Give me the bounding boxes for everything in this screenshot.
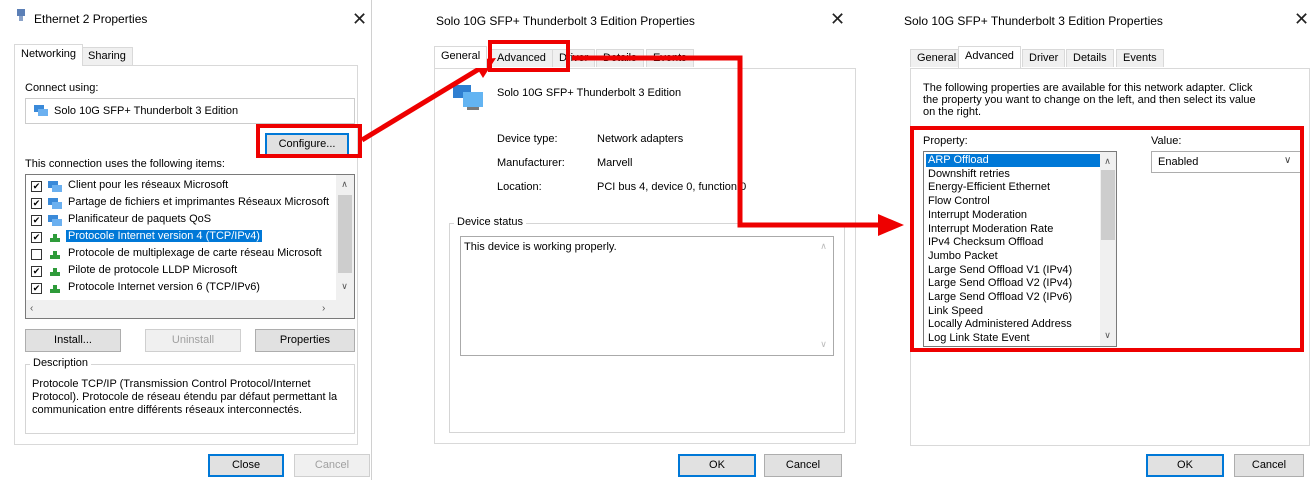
item-checkbox[interactable]: ✔ (31, 215, 42, 226)
item-label: Planificateur de paquets QoS (68, 213, 212, 225)
window-title: Solo 10G SFP+ Thunderbolt 3 Edition Prop… (436, 14, 695, 28)
item-checkbox[interactable]: ✔ (31, 232, 42, 243)
close-icon[interactable]: ✕ (1294, 10, 1309, 28)
protocol-icon (48, 266, 62, 276)
configure-highlight (256, 124, 362, 158)
device-icon (453, 83, 485, 114)
adapter-field: Solo 10G SFP+ Thunderbolt 3 Edition (25, 98, 355, 124)
manufacturer-value: Marvell (597, 157, 633, 169)
general-panel: Solo 10G SFP+ Thunderbolt 3 Edition Devi… (434, 68, 856, 444)
protocol-icon (48, 249, 62, 259)
ok-button[interactable]: OK (1146, 454, 1224, 477)
scrollbar-thumb[interactable] (338, 195, 352, 273)
item-label: Protocole de multiplexage de carte résea… (68, 247, 322, 259)
tab-events[interactable]: Events (1116, 49, 1164, 67)
window-title: Ethernet 2 Properties (34, 12, 148, 26)
cancel-button: Cancel (294, 454, 370, 477)
item-label: Client pour les réseaux Microsoft (68, 179, 229, 191)
tab-strip: General Advanced Driver Details Events (910, 46, 1300, 68)
tab-driver[interactable]: Driver (1022, 49, 1066, 67)
tab-sharing[interactable]: Sharing (81, 47, 133, 65)
network-client-icon (48, 181, 62, 192)
tab-networking[interactable]: Networking (14, 44, 84, 66)
intro-line-1: The following properties are available f… (923, 82, 1253, 94)
items-label: This connection uses the following items… (25, 158, 225, 170)
item-checkbox[interactable] (31, 249, 42, 260)
list-item[interactable]: ✔ Client pour les réseaux Microsoft (26, 178, 334, 195)
list-item[interactable]: ✔ Protocole Internet version 6 (TCP/IPv6) (26, 280, 334, 297)
protocol-icon (48, 232, 62, 242)
network-adapter-icon (16, 8, 26, 22)
description-line-1: Protocole TCP/IP (Transmission Control P… (32, 378, 311, 390)
item-checkbox[interactable]: ✔ (31, 198, 42, 209)
network-client-icon (48, 215, 62, 226)
device-status-label: Device status (454, 216, 527, 228)
list-item[interactable]: ✔ Protocole Internet version 4 (TCP/IPv4) (26, 229, 334, 246)
item-label: Pilote de protocole LLDP Microsoft (68, 264, 238, 276)
item-label: Partage de fichiers et imprimantes Résea… (68, 196, 330, 208)
description-group: Description Protocole TCP/IP (Transmissi… (25, 357, 355, 434)
tab-events[interactable]: Events (646, 49, 694, 67)
list-item[interactable]: ✔ Partage de fichiers et imprimantes Rése… (26, 195, 334, 212)
scroll-down-icon[interactable]: ∨ (336, 281, 353, 292)
network-client-icon (48, 198, 62, 209)
scroll-right-icon[interactable]: › (322, 303, 325, 314)
item-checkbox[interactable]: ✔ (31, 181, 42, 192)
networking-panel: Connect using: Solo 10G SFP+ Thunderbolt… (14, 65, 358, 445)
tab-details[interactable]: Details (596, 49, 644, 67)
description-line-2: Protocol). Protocole de réseau étendu pa… (32, 391, 338, 403)
window-title: Solo 10G SFP+ Thunderbolt 3 Edition Prop… (904, 14, 1163, 28)
scroll-down-icon[interactable]: ∨ (815, 339, 832, 350)
description-line-3: communication entre différents réseaux i… (32, 404, 303, 416)
general-properties-window: Solo 10G SFP+ Thunderbolt 3 Edition Prop… (420, 0, 860, 480)
protocol-icon (48, 283, 62, 293)
connect-using-label: Connect using: (25, 82, 99, 94)
list-item[interactable]: Protocole de multiplexage de carte résea… (26, 246, 334, 263)
scroll-up-icon[interactable]: ∧ (815, 241, 832, 252)
scroll-up-icon[interactable]: ∧ (336, 179, 353, 190)
list-item[interactable]: ✔ Planificateur de paquets QoS (26, 212, 334, 229)
adapter-icon (34, 105, 48, 120)
device-status-group: Device status This device is working pro… (449, 216, 845, 433)
description-label: Description (30, 357, 92, 369)
ethernet-properties-window: Ethernet 2 Properties ✕ Networking Shari… (0, 0, 372, 480)
tab-general[interactable]: General (434, 46, 488, 68)
tab-advanced[interactable]: Advanced (958, 46, 1021, 68)
advanced-tab-highlight (488, 40, 570, 72)
tab-general[interactable]: General (910, 49, 964, 67)
device-status-textbox[interactable]: This device is working properly. ∧ ∨ (460, 236, 834, 356)
list-item[interactable]: ✔ Pilote de protocole LLDP Microsoft (26, 263, 334, 280)
scroll-left-icon[interactable]: ‹ (30, 303, 33, 314)
items-horizontal-scrollbar[interactable]: ‹ › (26, 300, 354, 318)
item-checkbox[interactable]: ✔ (31, 266, 42, 277)
item-label: Protocole Internet version 4 (TCP/IPv4) (66, 230, 262, 242)
items-vertical-scrollbar[interactable]: ∧ ∨ (336, 175, 354, 300)
adapter-name: Solo 10G SFP+ Thunderbolt 3 Edition (54, 105, 239, 117)
device-name: Solo 10G SFP+ Thunderbolt 3 Edition (497, 87, 682, 99)
close-button[interactable]: Close (208, 454, 284, 477)
item-label: Protocole Internet version 6 (TCP/IPv6) (68, 281, 260, 293)
close-icon[interactable]: ✕ (352, 10, 367, 28)
device-type-label: Device type: (497, 133, 558, 145)
manufacturer-label: Manufacturer: (497, 157, 565, 169)
cancel-button[interactable]: Cancel (764, 454, 842, 477)
items-list: ✔ Client pour les réseaux Microsoft ✔ Parta… (25, 174, 355, 319)
install-button[interactable]: Install... (25, 329, 121, 352)
device-type-value: Network adapters (597, 133, 684, 145)
location-label: Location: (497, 181, 542, 193)
tab-strip: Networking Sharing (14, 44, 354, 66)
intro-line-2: the property you want to change on the l… (923, 94, 1256, 106)
tab-details[interactable]: Details (1066, 49, 1114, 67)
device-status-text: This device is working properly. (464, 241, 617, 253)
location-value: PCI bus 4, device 0, function 0 (597, 181, 747, 193)
close-icon[interactable]: ✕ (830, 10, 845, 28)
cancel-button[interactable]: Cancel (1234, 454, 1304, 477)
properties-button[interactable]: Properties (255, 329, 355, 352)
uninstall-button: Uninstall (145, 329, 241, 352)
ok-button[interactable]: OK (678, 454, 756, 477)
property-panel-highlight (910, 126, 1304, 352)
intro-line-3: on the right. (923, 106, 982, 118)
item-checkbox[interactable]: ✔ (31, 283, 42, 294)
